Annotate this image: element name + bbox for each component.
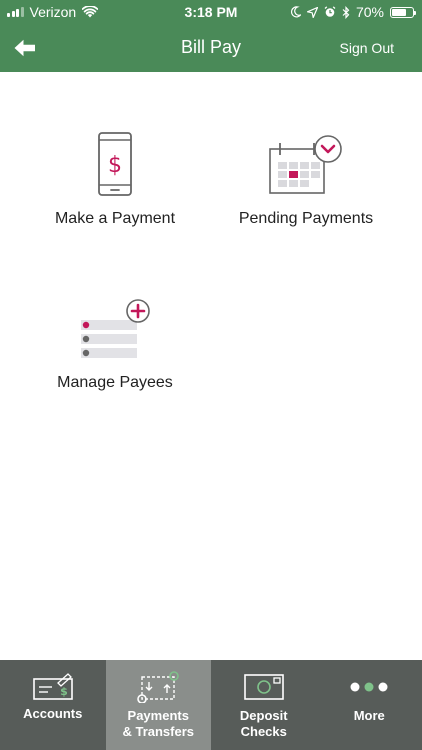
transfer-icon [137,671,180,703]
manage-payees-icon-wrap [30,288,200,368]
sign-out-button[interactable]: Sign Out [340,40,394,56]
pending-payments-label: Pending Payments [238,210,374,227]
tab-deposit-checks[interactable]: Deposit Checks [211,660,317,750]
pending-payments-icon-wrap [221,124,391,204]
phone-dollar-icon: $ [98,132,132,196]
payee-list-add-icon [81,299,150,358]
manage-payees-label: Manage Payees [57,374,173,391]
navigation-bar: Bill Pay Sign Out [0,24,422,72]
location-icon [306,6,318,18]
deposit-check-icon [243,674,284,700]
more-dots-icon [350,682,388,692]
check-dollar-icon: $ [32,673,73,700]
svg-text:$: $ [108,153,122,178]
tab-payments-transfers[interactable]: Payments & Transfers [105,660,212,750]
tab-accounts-label: Accounts [23,706,83,721]
alarm-icon [324,6,336,17]
status-bar: Verizon 3:18 PM 70% [0,0,422,24]
manage-payees-tile[interactable]: Manage Payees [30,288,200,392]
tab-payments-label: Payments & Transfers [122,708,195,739]
make-payment-tile[interactable]: $ Make a Payment [30,124,200,228]
tab-payments-icon-wrap [106,670,212,704]
pending-payments-tile[interactable]: Pending Payments [221,124,391,228]
status-right: 70% [290,4,416,20]
tab-deposit-label: Deposit Checks [239,708,288,739]
app-header: Verizon 3:18 PM 70% Bill Pay Sign Out [0,0,422,72]
bottom-tab-bar: $ Accounts Payments & Transfers Deposit … [0,660,422,750]
calendar-pending-icon [269,135,342,194]
tab-accounts[interactable]: $ Accounts [0,660,106,750]
battery-fill [392,8,406,16]
tab-more-icon-wrap [317,670,422,704]
make-payment-icon-wrap: $ [30,124,200,204]
make-payment-label: Make a Payment [54,210,176,227]
bluetooth-icon [342,5,350,19]
svg-text:$: $ [60,685,68,698]
battery-icon [390,6,416,18]
moon-icon [290,6,301,18]
tab-accounts-icon-wrap: $ [0,670,106,704]
battery-percent: 70% [355,4,384,20]
tab-more[interactable]: More [317,660,422,750]
tab-more-label: More [353,708,385,723]
tab-deposit-icon-wrap [211,670,317,704]
